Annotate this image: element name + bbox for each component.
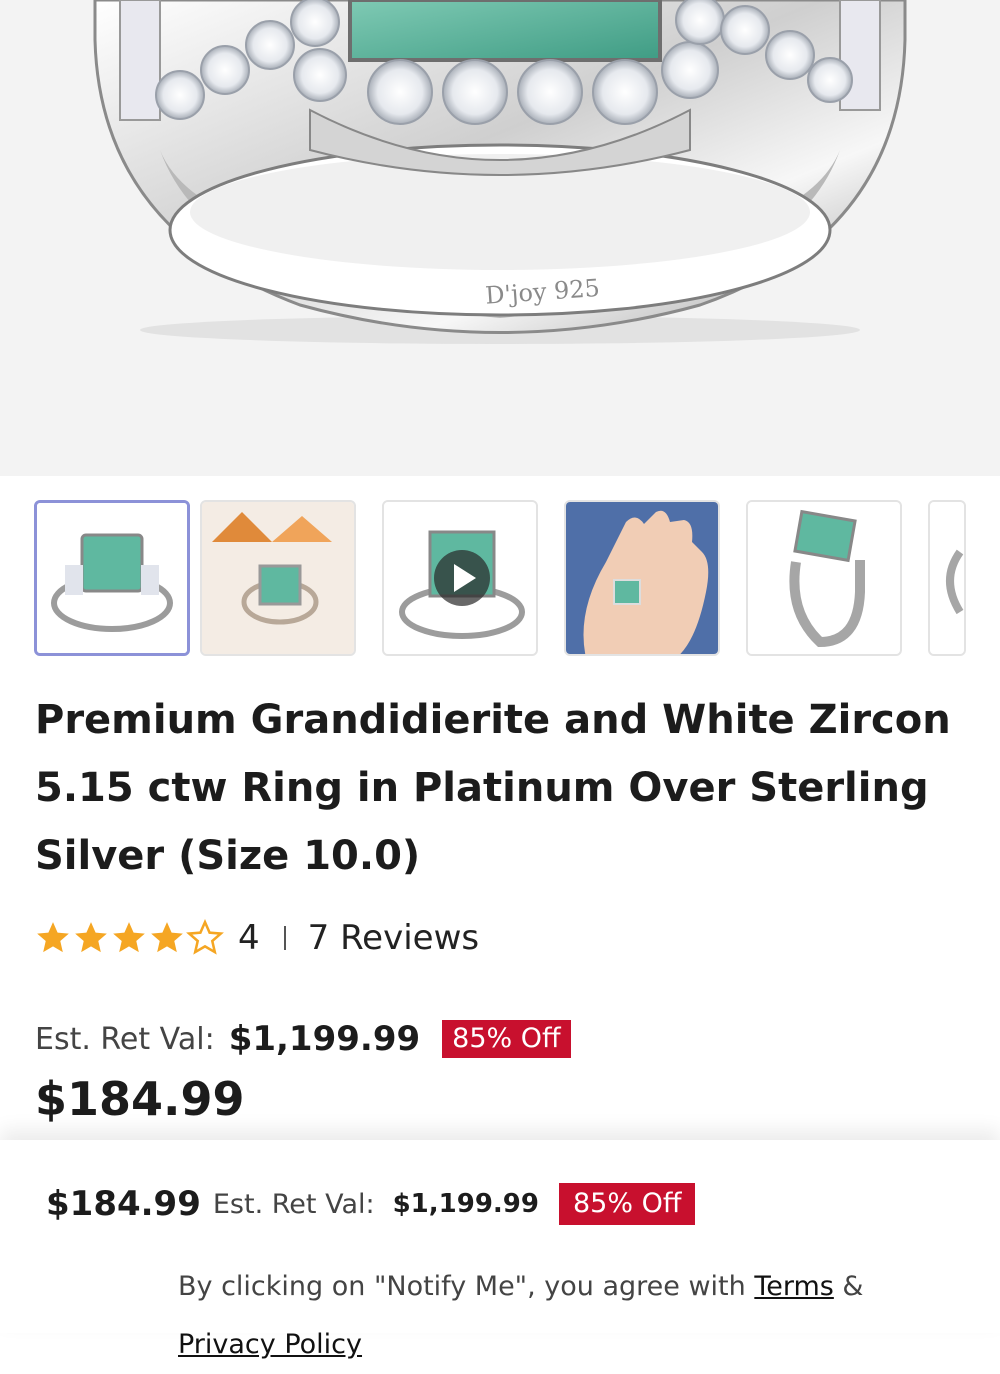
star-icon — [37, 922, 69, 953]
star-icon — [113, 922, 145, 953]
star-empty-icon — [186, 919, 224, 955]
thumbnail-strip — [0, 476, 1000, 676]
reviews-link[interactable]: 7 Reviews — [308, 918, 479, 958]
product-price: $184.99 — [35, 1072, 245, 1126]
thumbnail-ring-lifestyle[interactable] — [200, 500, 356, 656]
sticky-price-row: $184.99 Est. Ret Val: $1,199.99 85% Off — [46, 1180, 696, 1228]
hand-icon — [566, 502, 718, 654]
star-rating — [34, 919, 224, 957]
notify-prefix: By clicking on "Notify Me", you agree wi… — [178, 1271, 755, 1302]
rating-value: 4 — [238, 918, 260, 958]
ring-partial-icon — [930, 502, 964, 654]
sticky-discount-badge: 85% Off — [558, 1183, 696, 1225]
star-icon — [151, 922, 183, 953]
product-title: Premium Grandidierite and White Zircon 5… — [35, 697, 951, 879]
notify-and: & — [833, 1271, 864, 1302]
notify-consent-text: By clicking on "Notify Me", you agree wi… — [178, 1258, 958, 1374]
sticky-est-label: Est. Ret Val: — [212, 1188, 375, 1220]
product-main-image[interactable]: D'joy 925 — [0, 0, 1000, 476]
thumbnail-ring-side[interactable] — [746, 500, 902, 656]
terms-link[interactable]: Terms — [754, 1271, 834, 1302]
ring-icon — [37, 503, 187, 653]
thumbnail-ring-video[interactable] — [382, 500, 538, 656]
rating-divider — [283, 926, 286, 950]
ring-video-icon — [384, 502, 536, 654]
rating-row[interactable]: 4 7 Reviews — [34, 916, 479, 960]
star-icon — [75, 922, 107, 953]
discount-badge: 85% Off — [442, 1020, 571, 1058]
thumbnail-ring-on-hand[interactable] — [564, 500, 720, 656]
est-ret-val-label: Est. Ret Val: — [35, 1021, 215, 1057]
thumbnail-ring-front[interactable] — [34, 500, 190, 656]
sticky-est-value: $1,199.99 — [392, 1189, 539, 1219]
estimated-value-row: Est. Ret Val: $1,199.99 85% Off — [35, 1016, 571, 1062]
ring-side-icon — [748, 502, 900, 654]
ring-lifestyle-icon — [202, 502, 354, 654]
sticky-price-bar: $184.99 Est. Ret Val: $1,199.99 85% Off … — [0, 1140, 1000, 1360]
est-ret-val-amount: $1,199.99 — [228, 1019, 421, 1059]
thumbnail-ring-partial[interactable] — [928, 500, 966, 656]
sticky-price: $184.99 — [46, 1184, 201, 1224]
privacy-policy-link[interactable]: Privacy Policy — [178, 1329, 362, 1360]
ring-illustration: D'joy 925 — [93, 0, 907, 344]
